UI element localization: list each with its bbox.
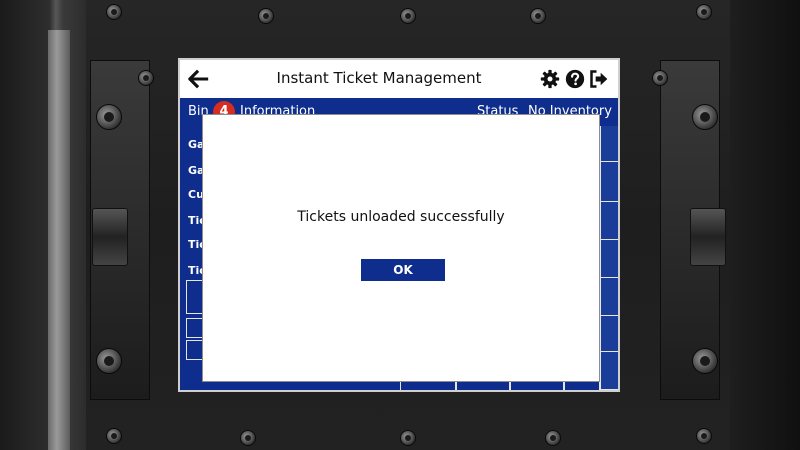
- bin-slot-button[interactable]: [600, 162, 618, 202]
- screw-icon: [530, 8, 546, 24]
- screw-icon: [106, 428, 122, 444]
- latch-right: [690, 208, 726, 266]
- arrow-left-icon[interactable]: [188, 68, 210, 90]
- terminal-metal-strip: [48, 30, 70, 450]
- screw-icon: [696, 4, 712, 20]
- logout-icon[interactable]: [589, 69, 609, 89]
- screw-icon: [96, 104, 122, 130]
- screw-icon: [106, 4, 122, 20]
- screw-icon: [652, 70, 668, 86]
- help-icon[interactable]: [565, 69, 585, 89]
- screw-icon: [696, 428, 712, 444]
- terminal-photo: Instant Ticket Management Bin 4 Informat…: [0, 0, 800, 450]
- page-title: Instant Ticket Management: [276, 69, 482, 87]
- bin-slot-button[interactable]: [600, 240, 618, 278]
- bin-slot-button[interactable]: [600, 278, 618, 316]
- app-header: Instant Ticket Management: [180, 60, 618, 98]
- dialog-message: Tickets unloaded successfully: [297, 209, 505, 225]
- screw-icon: [96, 348, 122, 374]
- screw-icon: [258, 8, 274, 24]
- terminal-side-panel-left: [0, 0, 90, 450]
- bin-slot-button[interactable]: [600, 316, 618, 352]
- screw-icon: [400, 430, 416, 446]
- bin-slot-button[interactable]: [600, 352, 618, 390]
- bin-slot-button[interactable]: [600, 126, 618, 162]
- screw-icon: [240, 430, 256, 446]
- screw-icon: [138, 70, 154, 86]
- screw-icon: [400, 8, 416, 24]
- screw-icon: [692, 348, 718, 374]
- screw-icon: [692, 104, 718, 130]
- gear-icon[interactable]: [540, 69, 560, 89]
- bin-slot-button[interactable]: [600, 202, 618, 240]
- screw-icon: [545, 430, 561, 446]
- success-dialog: Tickets unloaded successfully OK: [202, 114, 600, 382]
- latch-left: [92, 208, 128, 266]
- touch-screen: Instant Ticket Management Bin 4 Informat…: [178, 58, 620, 392]
- ok-button[interactable]: OK: [361, 259, 445, 281]
- terminal-side-panel-right: [730, 0, 800, 450]
